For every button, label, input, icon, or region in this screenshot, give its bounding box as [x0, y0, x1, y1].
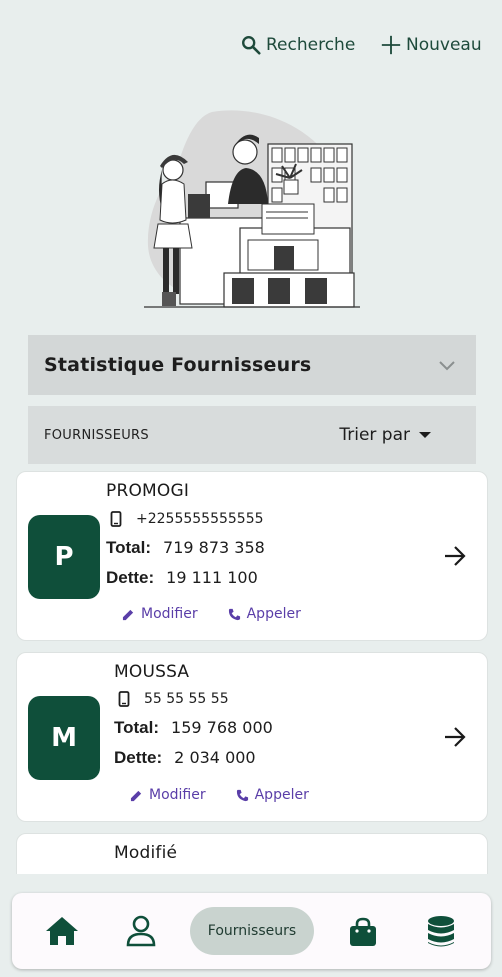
caret-down-icon	[419, 432, 431, 438]
stats-title: Statistique Fournisseurs	[44, 354, 312, 376]
supplier-card[interactable]: P PROMOGI +2255555555555 Total: 719 873 …	[16, 471, 488, 641]
call-label: Appeler	[254, 787, 309, 803]
bag-icon	[350, 917, 376, 946]
new-label: Nouveau	[406, 35, 482, 55]
home-icon	[46, 917, 78, 945]
call-button[interactable]: Appeler	[228, 606, 301, 622]
total-value: 719 873 358	[163, 538, 265, 557]
search-icon	[242, 36, 261, 55]
sort-label: Trier par	[339, 425, 410, 445]
call-icon	[236, 789, 248, 801]
debt-line: Dette: 2 034 000	[114, 748, 256, 768]
edit-label: Modifier	[141, 606, 198, 622]
edit-button[interactable]: Modifier	[122, 606, 198, 622]
edit-button[interactable]: Modifier	[130, 787, 206, 803]
debt-value: 19 111 100	[166, 568, 258, 587]
shop-illustration	[144, 110, 360, 308]
filter-bar: FOURNISSEURS Trier par	[28, 406, 476, 464]
edit-label: Modifier	[149, 787, 206, 803]
nav-suppliers[interactable]: Fournisseurs	[190, 907, 314, 955]
pencil-icon	[122, 609, 134, 620]
phone-number: 55 55 55 55	[144, 691, 229, 707]
call-icon	[228, 608, 240, 620]
arrow-right-icon[interactable]	[443, 545, 467, 567]
supplier-list[interactable]: P PROMOGI +2255555555555 Total: 719 873 …	[0, 470, 502, 874]
debt-label: Dette:	[114, 748, 163, 767]
pencil-icon	[130, 790, 142, 801]
total-line: Total: 159 768 000	[114, 718, 273, 738]
chevron-down-icon	[439, 361, 455, 371]
total-label: Total:	[106, 538, 152, 557]
nav-profile[interactable]	[126, 915, 156, 947]
avatar[interactable]: P	[28, 515, 100, 599]
suppliers-label: FOURNISSEURS	[44, 427, 149, 443]
card-actions: Modifier Appeler	[122, 606, 331, 622]
supplier-name: Modifié	[114, 843, 178, 863]
search-button[interactable]: Recherche	[240, 34, 355, 56]
arrow-right-icon[interactable]	[443, 726, 467, 748]
phone-number: +2255555555555	[136, 511, 264, 527]
nav-database[interactable]	[426, 915, 456, 949]
debt-line: Dette: 19 111 100	[106, 568, 258, 588]
new-button[interactable]: Nouveau	[380, 34, 482, 56]
sort-button[interactable]: Trier par	[339, 425, 432, 445]
supplier-name: PROMOGI	[106, 481, 190, 501]
total-label: Total:	[114, 718, 160, 737]
total-line: Total: 719 873 358	[106, 538, 265, 558]
supplier-name: MOUSSA	[114, 662, 190, 682]
supplier-phone: +2255555555555	[110, 511, 264, 527]
nav-suppliers-label: Fournisseurs	[207, 923, 297, 939]
avatar[interactable]: M	[28, 696, 100, 780]
supplier-card[interactable]: Modifié	[16, 833, 488, 874]
nav-home[interactable]	[44, 915, 80, 947]
supplier-phone: 55 55 55 55	[118, 691, 229, 707]
bottom-nav: Fournisseurs	[12, 893, 491, 969]
plus-icon	[381, 35, 401, 55]
top-bar: Recherche Nouveau	[0, 0, 502, 90]
search-label: Recherche	[266, 35, 356, 55]
total-value: 159 768 000	[171, 718, 273, 737]
person-icon	[126, 915, 156, 947]
debt-value: 2 034 000	[174, 748, 256, 767]
supplier-card[interactable]: M MOUSSA 55 55 55 55 Total: 159 768 000 …	[16, 652, 488, 822]
nav-shop[interactable]	[348, 917, 378, 947]
card-actions: Modifier Appeler	[130, 787, 339, 803]
stats-dropdown[interactable]: Statistique Fournisseurs	[28, 335, 476, 395]
database-icon	[428, 916, 454, 947]
debt-label: Dette:	[106, 568, 155, 587]
call-label: Appeler	[246, 606, 301, 622]
call-button[interactable]: Appeler	[236, 787, 309, 803]
phone-icon	[110, 511, 122, 527]
phone-icon	[118, 691, 130, 707]
